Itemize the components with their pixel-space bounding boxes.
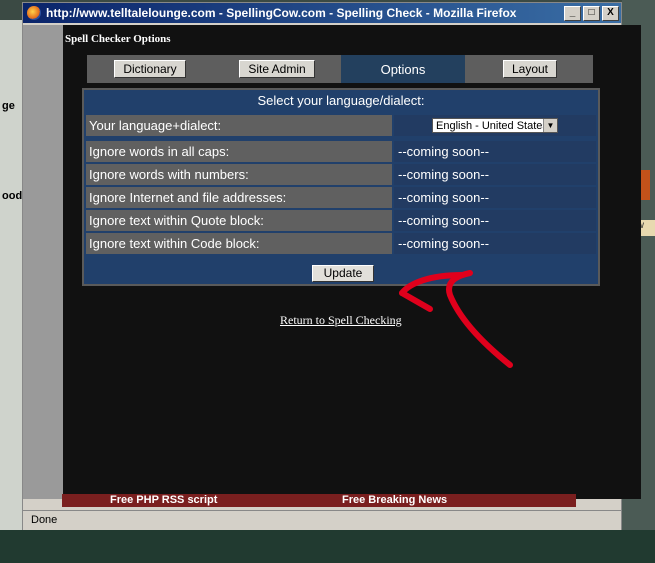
language-select[interactable]: English - United States ▼ — [432, 118, 558, 133]
firefox-icon — [27, 6, 41, 20]
chevron-down-icon[interactable]: ▼ — [543, 119, 557, 132]
tab-options-label: Options — [380, 61, 426, 77]
row-value: --coming soon-- — [394, 164, 596, 185]
close-button[interactable]: X — [602, 5, 619, 21]
tab-site-admin-label[interactable]: Site Admin — [239, 60, 315, 78]
desktop-taskbar-area — [0, 530, 655, 563]
row-label: Ignore Internet and file addresses: — [86, 187, 392, 208]
table-row: Ignore words with numbers: --coming soon… — [86, 164, 596, 185]
row-value: --coming soon-- — [394, 233, 596, 254]
page-heading: Spell Checker Options — [65, 33, 171, 45]
language-cell: English - United States ▼ — [394, 115, 596, 136]
background-page-left: ge ood — [0, 20, 24, 563]
tab-dictionary[interactable]: Dictionary — [87, 55, 213, 83]
bg-fragment: ge — [2, 100, 15, 112]
window-title: http://www.telltalelounge.com - Spelling… — [46, 6, 517, 20]
row-label: Ignore text within Code block: — [86, 233, 392, 254]
status-text: Done — [31, 514, 58, 526]
row-label: Ignore text within Quote block: — [86, 210, 392, 231]
left-page-strip — [23, 25, 63, 499]
tab-bar: Dictionary Site Admin Options Layout — [87, 55, 593, 83]
table-row: Ignore Internet and file addresses: --co… — [86, 187, 596, 208]
update-button[interactable]: Update — [312, 265, 374, 282]
table-header: Select your language/dialect: — [257, 93, 425, 108]
tab-site-admin[interactable]: Site Admin — [215, 55, 339, 83]
table-row: Your language+dialect: English - United … — [86, 115, 596, 136]
row-value: --coming soon-- — [394, 141, 596, 162]
row-label: Ignore words in all caps: — [86, 141, 392, 162]
background-footer-links: Free PHP RSS script Free Breaking News — [62, 494, 576, 507]
title-bar: http://www.telltalelounge.com - Spelling… — [23, 3, 621, 23]
tab-layout[interactable]: Layout — [467, 55, 593, 83]
tab-options[interactable]: Options — [341, 55, 465, 83]
footer-right-text: Free Breaking News — [342, 494, 448, 506]
status-bar: Done — [23, 510, 621, 530]
tab-dictionary-label[interactable]: Dictionary — [114, 60, 186, 78]
row-label: Ignore words with numbers: — [86, 164, 392, 185]
red-arrow-annotation — [399, 270, 513, 368]
table-row: Ignore text within Code block: --coming … — [86, 233, 596, 254]
minimize-button[interactable]: _ — [564, 5, 581, 21]
language-select-value: English - United States — [436, 120, 548, 132]
row-value: --coming soon-- — [394, 187, 596, 208]
footer-left-text: Free PHP RSS script — [110, 494, 218, 506]
row-label: Your language+dialect: — [86, 115, 392, 136]
table-row: Ignore text within Quote block: --coming… — [86, 210, 596, 231]
maximize-button[interactable]: □ — [583, 5, 600, 21]
options-table: Select your language/dialect: Your langu… — [82, 88, 600, 286]
table-row: Ignore words in all caps: --coming soon-… — [86, 141, 596, 162]
return-to-spell-checking-link[interactable]: Return to Spell Checking — [280, 313, 402, 328]
row-value: --coming soon-- — [394, 210, 596, 231]
tab-layout-label[interactable]: Layout — [502, 60, 558, 78]
bg-fragment: ood — [2, 190, 23, 202]
